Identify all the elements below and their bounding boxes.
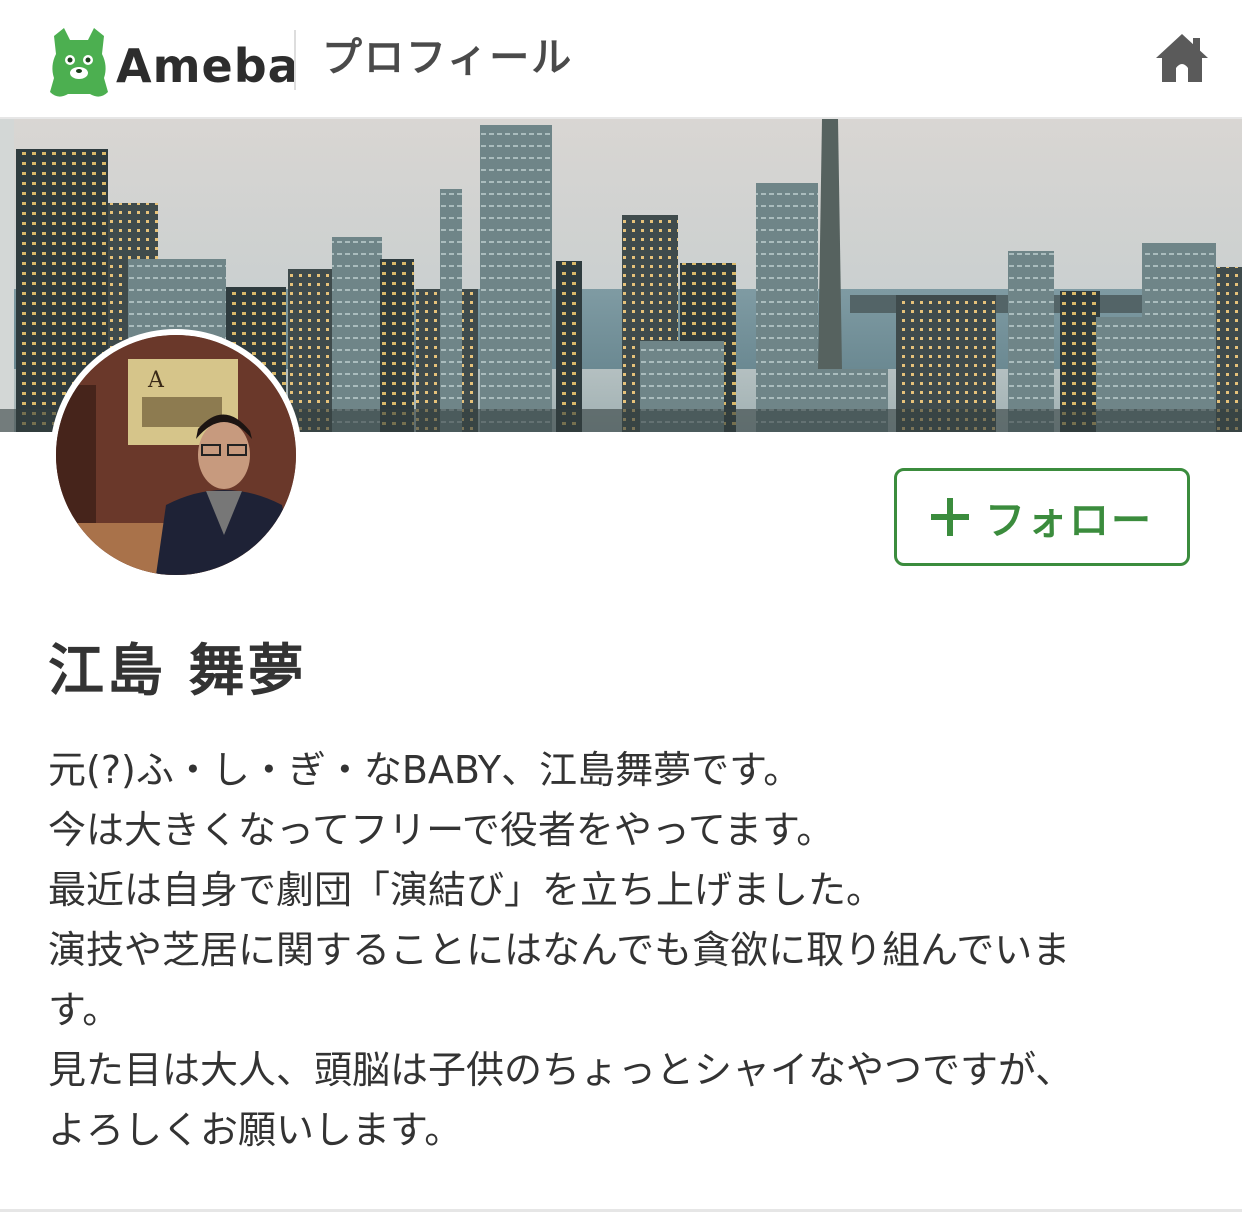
follow-button[interactable]: フォロー — [894, 468, 1190, 566]
page-title: プロフィール — [322, 35, 574, 81]
home-icon[interactable] — [1154, 32, 1210, 84]
bio-line: 今は大きくなってフリーで役者をやってます。 — [48, 808, 835, 852]
follow-label: フォロー — [985, 498, 1153, 544]
header-divider — [294, 30, 296, 90]
bio-line: 見た目は大人、頭脳は子供のちょっとシャイなやつですが、 — [48, 1048, 1074, 1092]
bio-line: 最近は自身で劇団「演結び」を立ち上げました。 — [48, 868, 885, 912]
profile-name: 江島 舞夢 — [48, 639, 307, 704]
bio-line: よろしくお願いします。 — [48, 1108, 463, 1152]
bio-line: 元(?)ふ・し・ぎ・なBABY、江島舞夢です。 — [48, 748, 802, 792]
bio-line: す。 — [48, 988, 121, 1032]
app-header: Ameba プロフィール — [0, 0, 1242, 119]
profile-avatar-photo[interactable]: A — [50, 329, 302, 581]
brand-name: Ameba — [116, 39, 300, 93]
bio-line: 演技や芝居に関することにはなんでも貪欲に取り組んでいま — [48, 928, 1071, 972]
plus-icon — [931, 498, 969, 536]
profile-bio: 元(?)ふ・し・ぎ・なBABY、江島舞夢です。 今は大きくなってフリーで役者をや… — [48, 740, 1198, 1160]
ameba-logo-icon[interactable] — [48, 26, 110, 102]
svg-text:A: A — [147, 368, 165, 393]
